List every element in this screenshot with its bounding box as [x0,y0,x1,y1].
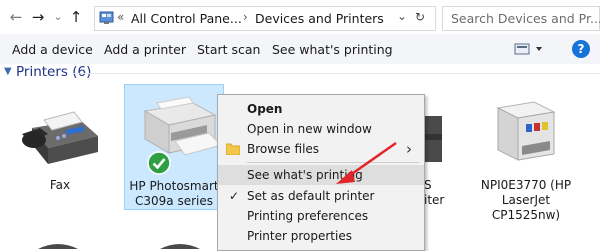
device-label-fax: Fax [49,178,71,192]
device-icon [160,244,200,249]
breadcrumb-control-panel[interactable]: All Control Pane... [131,11,242,26]
menu-item-open[interactable]: Open [218,99,424,119]
device-tile-fax[interactable]: Fax [10,90,110,200]
refresh-icon[interactable]: ↻ [415,10,425,24]
collapse-chevron-icon[interactable]: ▼ [4,66,12,77]
see-whats-printing-button[interactable]: See what's printing [272,42,393,57]
printer-icon [143,96,221,156]
change-view-button[interactable] [514,43,544,55]
device-tile-hp-photosmart[interactable]: HP Photosmart C309a series [124,84,224,210]
folder-icon [226,143,240,155]
forward-arrow-icon: → [31,8,45,26]
menu-item-printing-preferences[interactable]: Printing preferences [218,206,424,226]
device-label-npi-line1: NPI0E3770 (HP [480,178,572,192]
default-printer-check-icon [147,151,171,175]
address-dropdown-icon[interactable]: ⌄ [397,9,407,23]
printer-icon [496,101,556,161]
device-label-npi-line2: LaserJet [501,193,551,207]
section-divider [72,73,600,74]
menu-item-label: Browse files [247,142,320,156]
annotation-arrow [336,141,397,184]
menu-item-label: Open in new window [247,122,372,136]
chevron-down-icon: ⌄ [53,10,63,23]
help-button[interactable]: ? [572,40,590,58]
command-bar: Add a device Add a printer Start scan Se… [0,34,600,64]
control-panel-icon [99,11,114,24]
menu-item-label: Set as default printer [247,189,375,203]
device-label-npi-line3: CP1525nw) [491,208,561,222]
search-placeholder: Search Devices and Pr... [451,11,600,26]
device-icon [38,244,78,249]
printer-icon [422,116,442,162]
search-input[interactable]: Search Devices and Pr... [442,6,600,31]
device-tile-npi0e3770[interactable]: NPI0E3770 (HP LaserJet CP1525nw) [470,90,582,222]
submenu-arrow-icon: › [406,140,412,158]
device-label-hidden-line1: S [424,178,432,192]
breadcrumb-separator-icon[interactable]: › [243,10,248,24]
device-label-hp-line1: HP Photosmart [129,179,219,193]
start-scan-button[interactable]: Start scan [197,42,260,57]
fax-icon [22,111,98,164]
view-dropdown-icon [536,47,542,51]
address-row: ← → ⌄ ↑ « All Control Pane... › Devices … [0,0,600,34]
breadcrumb-devices-printers[interactable]: Devices and Printers [255,11,384,26]
up-button[interactable]: ↑ [68,8,84,26]
next-row-peek [0,237,600,249]
up-arrow-icon: ↑ [69,8,83,26]
section-title[interactable]: Printers (6) [16,64,91,80]
device-label-hidden-line2: iter [424,193,445,207]
menu-item-open-new-window[interactable]: Open in new window [218,119,424,139]
back-arrow-icon: ← [9,8,23,26]
add-printer-button[interactable]: Add a printer [104,42,186,57]
add-device-button[interactable]: Add a device [12,42,93,57]
forward-button[interactable]: → [30,8,46,26]
menu-item-label: Printing preferences [247,209,369,223]
back-button[interactable]: ← [8,8,24,26]
recent-locations-button[interactable]: ⌄ [50,8,66,26]
device-label-hp-line2: C309a series [135,194,213,208]
checkmark-icon: ✓ [229,189,240,203]
menu-item-set-default[interactable]: ✓ Set as default printer [218,186,424,206]
address-bar[interactable]: « All Control Pane... › Devices and Prin… [94,6,436,31]
menu-item-label: Open [247,102,283,116]
overflow-chevron-icon[interactable]: « [117,10,124,24]
